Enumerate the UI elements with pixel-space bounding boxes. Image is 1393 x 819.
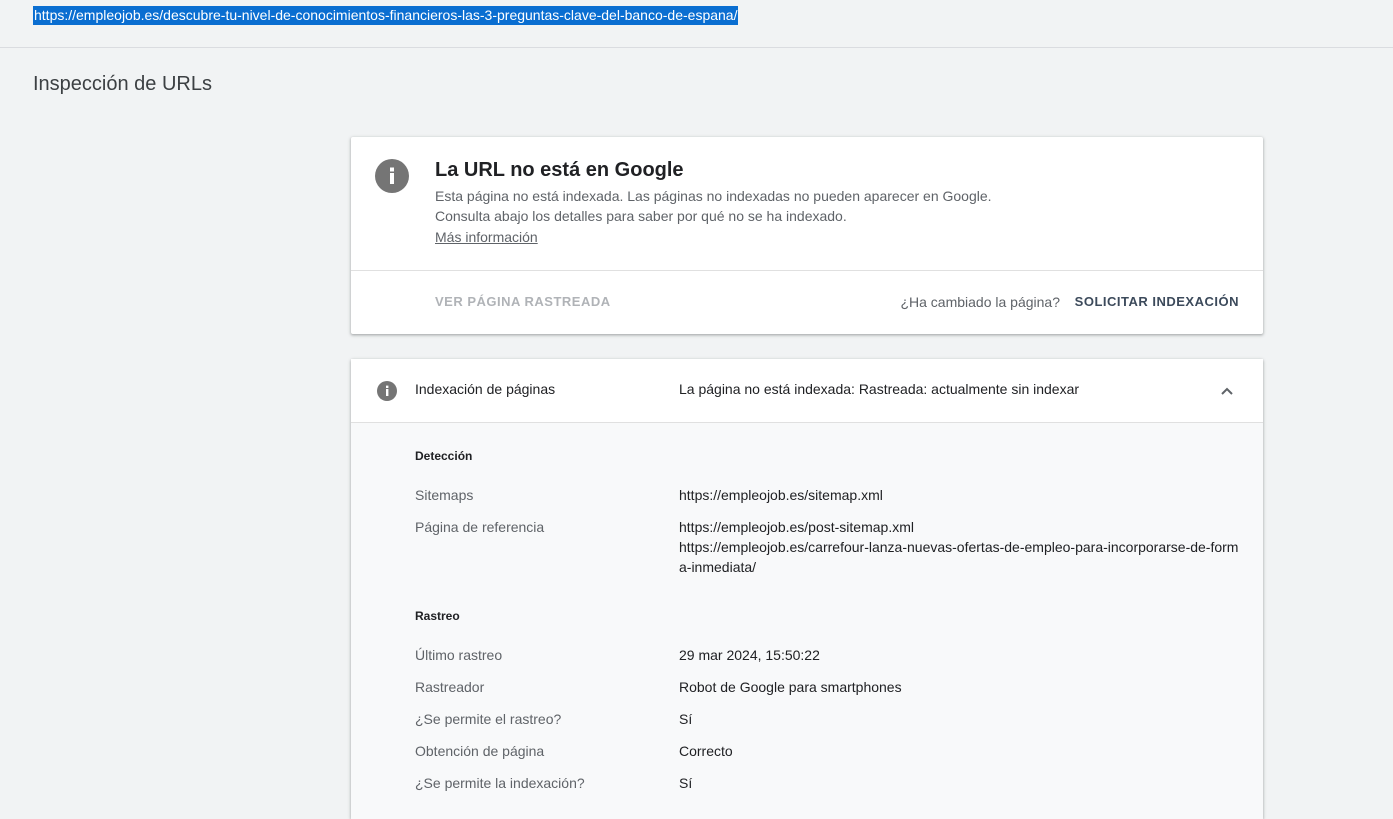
- page-indexing-status: La página no está indexada: Rastreada: a…: [679, 381, 1080, 397]
- page-fetch-value: Correcto: [679, 743, 733, 759]
- url-status-card: La URL no está en Google Esta página no …: [351, 137, 1263, 334]
- referrer-page-value-2: https://empleojob.es/carrefour-lanza-nue…: [679, 539, 1239, 575]
- last-crawl-value: 29 mar 2024, 15:50:22: [679, 647, 820, 663]
- page-fetch-label: Obtención de página: [415, 743, 545, 759]
- request-indexing-button[interactable]: SOLICITAR INDEXACIÓN: [1075, 294, 1239, 309]
- referrer-page-label: Página de referencia: [415, 519, 545, 535]
- last-crawl-label: Último rastreo: [415, 647, 503, 663]
- crawler-label: Rastreador: [415, 679, 485, 695]
- info-icon: [375, 159, 409, 193]
- indexing-allowed-label: ¿Se permite la indexación?: [415, 775, 585, 791]
- status-title: La URL no está en Google: [435, 159, 684, 181]
- selected-url-text[interactable]: https://empleojob.es/descubre-tu-nivel-d…: [33, 6, 739, 25]
- section-heading-detection: Detección: [415, 449, 473, 463]
- more-info-link[interactable]: Más información: [435, 227, 538, 247]
- card-divider: [351, 270, 1263, 271]
- section-heading-crawl: Rastreo: [415, 609, 460, 623]
- top-bar: https://empleojob.es/descubre-tu-nivel-d…: [0, 0, 1393, 48]
- page-changed-question: ¿Ha cambiado la página?: [900, 294, 1060, 310]
- crawler-value: Robot de Google para smartphones: [679, 679, 902, 695]
- crawl-allowed-value: Sí: [679, 711, 693, 727]
- page-indexing-card: Indexación de páginas La página no está …: [351, 359, 1263, 819]
- status-description: Esta página no está indexada. Las página…: [435, 188, 992, 224]
- page-title: Inspección de URLs: [33, 73, 212, 95]
- page-indexing-label: Indexación de páginas: [415, 381, 556, 397]
- indexing-allowed-value: Sí: [679, 775, 693, 791]
- info-icon: [377, 381, 397, 401]
- referrer-page-value-1: https://empleojob.es/post-sitemap.xml: [679, 519, 914, 535]
- sitemaps-label: Sitemaps: [415, 487, 474, 503]
- page-indexing-header[interactable]: Indexación de páginas La página no está …: [351, 359, 1263, 423]
- crawl-allowed-label: ¿Se permite el rastreo?: [415, 711, 562, 727]
- view-crawled-page-button[interactable]: VER PÁGINA RASTREADA: [435, 294, 611, 309]
- sitemaps-value: https://empleojob.es/sitemap.xml: [679, 487, 883, 503]
- chevron-up-icon[interactable]: [1219, 383, 1235, 399]
- page-indexing-details: Detección Sitemaps https://empleojob.es/…: [351, 423, 1263, 819]
